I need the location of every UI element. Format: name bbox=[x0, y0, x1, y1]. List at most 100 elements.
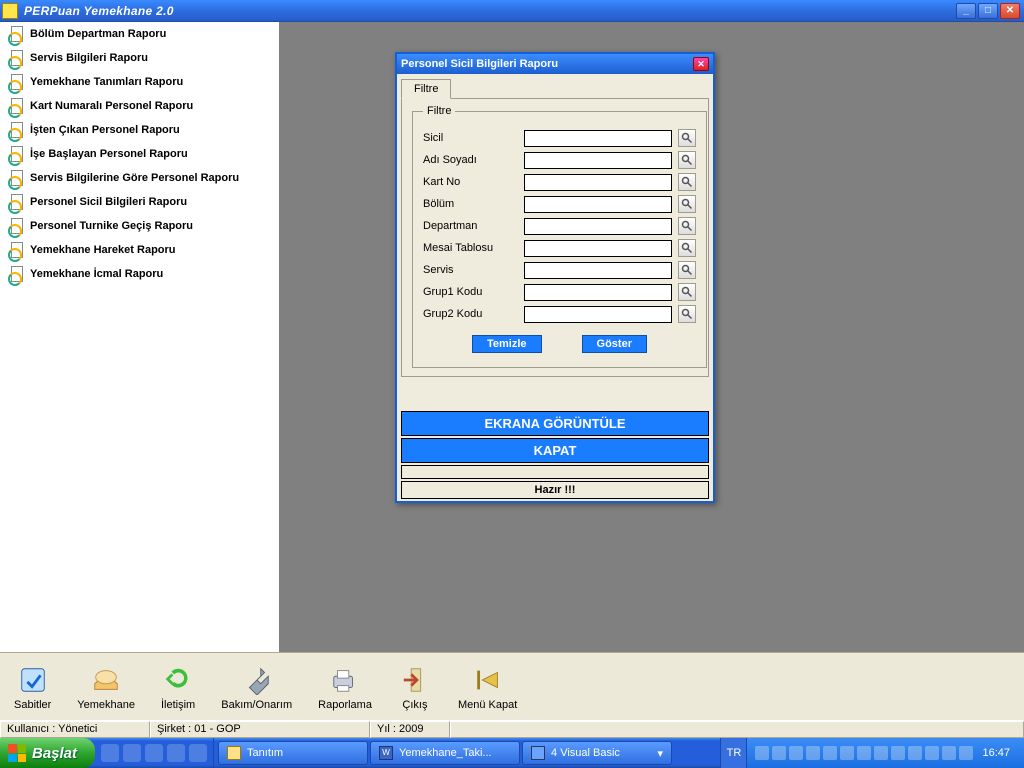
quicklaunch-item[interactable] bbox=[167, 744, 185, 762]
close-button[interactable]: KAPAT bbox=[401, 438, 709, 463]
lookup-mesai[interactable] bbox=[678, 239, 696, 257]
sidebar-item-ise-baslayan[interactable]: İşe Başlayan Personel Raporu bbox=[0, 142, 279, 166]
input-kartno[interactable] bbox=[524, 174, 672, 191]
toolbar-raporlama[interactable]: Raporlama bbox=[314, 661, 376, 713]
app-statusbar: Kullanıcı : Yönetici Şirket : 01 - GOP Y… bbox=[0, 720, 1024, 738]
lookup-bolum[interactable] bbox=[678, 195, 696, 213]
dialog-close-button[interactable]: ✕ bbox=[693, 57, 709, 71]
lookup-sicil[interactable] bbox=[678, 129, 696, 147]
tray-icon[interactable] bbox=[908, 746, 922, 760]
lookup-kartno[interactable] bbox=[678, 173, 696, 191]
quicklaunch-item[interactable] bbox=[101, 744, 119, 762]
report-icon bbox=[8, 194, 24, 210]
input-servis[interactable] bbox=[524, 262, 672, 279]
report-icon bbox=[8, 26, 24, 42]
tray-icon[interactable] bbox=[857, 746, 871, 760]
label-grup2: Grup2 Kodu bbox=[423, 308, 518, 320]
lookup-grup1[interactable] bbox=[678, 283, 696, 301]
lookup-servis[interactable] bbox=[678, 261, 696, 279]
start-button[interactable]: Başlat bbox=[0, 738, 95, 768]
tray-icon[interactable] bbox=[925, 746, 939, 760]
task-yemekhane-taki[interactable]: WYemekhane_Taki... bbox=[370, 741, 520, 765]
tray-icon[interactable] bbox=[942, 746, 956, 760]
toolbar-menukapat[interactable]: Menü Kapat bbox=[454, 661, 521, 713]
close-window-button[interactable]: ✕ bbox=[1000, 3, 1020, 19]
input-sicil[interactable] bbox=[524, 130, 672, 147]
windows-taskbar: Başlat Tanıtım WYemekhane_Taki... 4 Visu… bbox=[0, 738, 1024, 768]
tab-filtre[interactable]: Filtre bbox=[401, 79, 451, 99]
sidebar-item-kart-numarali[interactable]: Kart Numaralı Personel Raporu bbox=[0, 94, 279, 118]
label-adsoyad: Adı Soyadı bbox=[423, 154, 518, 166]
sidebar-item-bolum-departman[interactable]: Bölüm Departman Raporu bbox=[0, 22, 279, 46]
app-window: PERPuan Yemekhane 2.0 _ □ ✕ Bölüm Depart… bbox=[0, 0, 1024, 768]
tray-icon[interactable] bbox=[755, 746, 769, 760]
label-sicil: Sicil bbox=[423, 132, 518, 144]
filter-fieldset: Filtre Sicil Adı Soyadı Kart No bbox=[412, 105, 707, 368]
lookup-grup2[interactable] bbox=[678, 305, 696, 323]
toolbar-label: İletişim bbox=[161, 699, 195, 711]
yemekhane-icon bbox=[89, 663, 123, 697]
sidebar-item-label: Bölüm Departman Raporu bbox=[30, 28, 166, 40]
input-adsoyad[interactable] bbox=[524, 152, 672, 169]
taskbar-clock[interactable]: 16:47 bbox=[976, 747, 1016, 759]
search-icon bbox=[681, 286, 693, 298]
sidebar-item-personel-sicil[interactable]: Personel Sicil Bilgileri Raporu bbox=[0, 190, 279, 214]
start-label: Başlat bbox=[32, 745, 77, 762]
tray-icon[interactable] bbox=[789, 746, 803, 760]
label-mesai: Mesai Tablosu bbox=[423, 242, 518, 254]
tray-icon[interactable] bbox=[772, 746, 786, 760]
input-departman[interactable] bbox=[524, 218, 672, 235]
minimize-button[interactable]: _ bbox=[956, 3, 976, 19]
tray-icon[interactable] bbox=[959, 746, 973, 760]
dialog-title: Personel Sicil Bilgileri Raporu bbox=[401, 58, 693, 70]
toolbar-bakim[interactable]: Bakım/Onarım bbox=[217, 661, 296, 713]
row-adsoyad: Adı Soyadı bbox=[423, 151, 696, 169]
sidebar-item-label: Servis Bilgilerine Göre Personel Raporu bbox=[30, 172, 239, 184]
screen-display-button[interactable]: EKRANA GÖRÜNTÜLE bbox=[401, 411, 709, 436]
taskbar-tasks: Tanıtım WYemekhane_Taki... 4 Visual Basi… bbox=[214, 738, 720, 768]
toolbar-iletisim[interactable]: İletişim bbox=[157, 661, 199, 713]
sidebar-item-yemekhane-tanimlari[interactable]: Yemekhane Tanımları Raporu bbox=[0, 70, 279, 94]
input-mesai[interactable] bbox=[524, 240, 672, 257]
sidebar-item-isten-cikan[interactable]: İşten Çıkan Personel Raporu bbox=[0, 118, 279, 142]
folder-icon bbox=[227, 746, 241, 760]
tray-icon[interactable] bbox=[806, 746, 820, 760]
task-tanitim[interactable]: Tanıtım bbox=[218, 741, 368, 765]
quicklaunch-item[interactable] bbox=[145, 744, 163, 762]
bottom-toolbar: Sabitler Yemekhane İletişim Bakım/Onarım… bbox=[0, 652, 1024, 720]
input-grup1[interactable] bbox=[524, 284, 672, 301]
show-button[interactable]: Göster bbox=[582, 335, 647, 353]
quicklaunch-item[interactable] bbox=[123, 744, 141, 762]
sidebar-item-yemekhane-icmal[interactable]: Yemekhane İcmal Raporu bbox=[0, 262, 279, 286]
sidebar-item-yemekhane-hareket[interactable]: Yemekhane Hareket Raporu bbox=[0, 238, 279, 262]
sidebar-item-label: Servis Bilgileri Raporu bbox=[30, 52, 148, 64]
sidebar-item-personel-turnike[interactable]: Personel Turnike Geçiş Raporu bbox=[0, 214, 279, 238]
tray-icon[interactable] bbox=[874, 746, 888, 760]
status-user: Kullanıcı : Yönetici bbox=[0, 721, 150, 738]
app-titlebar: PERPuan Yemekhane 2.0 _ □ ✕ bbox=[0, 0, 1024, 22]
input-bolum[interactable] bbox=[524, 196, 672, 213]
report-icon bbox=[8, 266, 24, 282]
tray-icon[interactable] bbox=[840, 746, 854, 760]
toolbar-label: Raporlama bbox=[318, 699, 372, 711]
toolbar-cikis[interactable]: Çıkış bbox=[394, 661, 436, 713]
sidebar-item-servis-bilgileri[interactable]: Servis Bilgileri Raporu bbox=[0, 46, 279, 70]
search-icon bbox=[681, 132, 693, 144]
clear-button[interactable]: Temizle bbox=[472, 335, 542, 353]
mdi-area: Bölüm Departman Raporu Servis Bilgileri … bbox=[0, 22, 1024, 652]
lookup-departman[interactable] bbox=[678, 217, 696, 235]
input-grup2[interactable] bbox=[524, 306, 672, 323]
lookup-adsoyad[interactable] bbox=[678, 151, 696, 169]
report-list-panel: Bölüm Departman Raporu Servis Bilgileri … bbox=[0, 22, 280, 652]
toolbar-yemekhane[interactable]: Yemekhane bbox=[73, 661, 139, 713]
tray-icon[interactable] bbox=[823, 746, 837, 760]
task-visual-basic[interactable]: 4 Visual Basic▾ bbox=[522, 741, 672, 765]
maximize-button[interactable]: □ bbox=[978, 3, 998, 19]
sidebar-item-label: Yemekhane Hareket Raporu bbox=[30, 244, 176, 256]
toolbar-sabitler[interactable]: Sabitler bbox=[10, 661, 55, 713]
tray-icon[interactable] bbox=[891, 746, 905, 760]
language-indicator[interactable]: TR bbox=[720, 738, 746, 768]
quicklaunch-item[interactable] bbox=[189, 744, 207, 762]
sidebar-item-servis-gore-personel[interactable]: Servis Bilgilerine Göre Personel Raporu bbox=[0, 166, 279, 190]
row-kartno: Kart No bbox=[423, 173, 696, 191]
